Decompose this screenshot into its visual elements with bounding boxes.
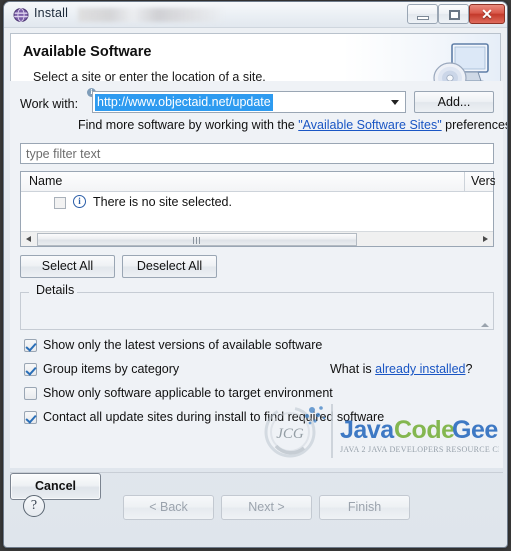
close-button[interactable]: ✕ bbox=[469, 4, 505, 24]
table-header: Name Versi bbox=[21, 172, 495, 192]
scrollbar-grip-icon bbox=[193, 237, 201, 244]
svg-text:JCG: JCG bbox=[276, 426, 304, 442]
what-is-suffix: ? bbox=[465, 362, 473, 376]
filter-input[interactable]: type filter text bbox=[20, 143, 494, 164]
column-divider bbox=[464, 172, 465, 192]
dialog-footer: ? < Back Next > Finish Cancel bbox=[10, 472, 503, 542]
install-dialog-window: Install ✕ Available Software Select a si… bbox=[3, 1, 508, 548]
work-with-label: Work with: bbox=[20, 97, 79, 111]
group-border-right bbox=[77, 292, 493, 293]
minimize-button[interactable] bbox=[407, 4, 438, 24]
scrollbar-thumb[interactable] bbox=[37, 233, 357, 246]
option-label: Group items by category bbox=[43, 362, 180, 376]
software-tree-table[interactable]: Name Versi i There is no site selected. bbox=[20, 171, 495, 247]
select-all-button[interactable]: Select All bbox=[20, 255, 115, 278]
find-suffix: preferences. bbox=[441, 118, 508, 132]
checkbox-icon[interactable] bbox=[24, 411, 37, 424]
checkbox-icon[interactable] bbox=[24, 363, 37, 376]
option-label: Contact all update sites during install … bbox=[43, 410, 385, 424]
maximize-button[interactable] bbox=[438, 4, 469, 24]
resize-grip-icon[interactable] bbox=[481, 323, 489, 327]
chevron-down-icon[interactable] bbox=[391, 100, 399, 105]
available-software-sites-link[interactable]: "Available Software Sites" bbox=[298, 118, 441, 132]
column-header-version[interactable]: Versi bbox=[471, 174, 495, 188]
add-site-button[interactable]: Add... bbox=[414, 91, 494, 113]
cancel-button[interactable]: Cancel bbox=[10, 473, 101, 500]
checkbox-icon[interactable] bbox=[24, 387, 37, 400]
scroll-left-icon[interactable] bbox=[22, 232, 36, 246]
title-bar: Install ✕ bbox=[4, 2, 507, 28]
what-is-already-installed-text: What is already installed? bbox=[330, 362, 472, 376]
row-label: There is no site selected. bbox=[93, 195, 232, 209]
help-button[interactable]: ? bbox=[23, 495, 45, 517]
svg-text:Geeks: Geeks bbox=[452, 416, 499, 444]
back-button[interactable]: < Back bbox=[123, 495, 214, 520]
deselect-all-button[interactable]: Deselect All bbox=[122, 255, 217, 278]
group-border-left bbox=[21, 292, 29, 293]
details-group: Details bbox=[20, 283, 494, 330]
scroll-right-icon[interactable] bbox=[478, 232, 492, 246]
svg-text:Code: Code bbox=[394, 416, 455, 444]
what-is-prefix: What is bbox=[330, 362, 376, 376]
info-icon: i bbox=[73, 195, 86, 208]
column-header-name[interactable]: Name bbox=[29, 174, 62, 188]
checkbox-icon[interactable] bbox=[24, 339, 37, 352]
next-button[interactable]: Next > bbox=[221, 495, 312, 520]
maximize-icon bbox=[449, 10, 460, 20]
svg-text:JAVA 2 JAVA DEVELOPERS RESOURC: JAVA 2 JAVA DEVELOPERS RESOURCE CENTER bbox=[340, 445, 499, 454]
find-prefix: Find more software by working with the bbox=[78, 118, 299, 132]
option-label: Show only software applicable to target … bbox=[43, 386, 333, 400]
window-title: Install bbox=[34, 6, 69, 20]
horizontal-scrollbar[interactable] bbox=[21, 231, 493, 246]
already-installed-link[interactable]: already installed bbox=[375, 362, 465, 376]
finish-button[interactable]: Finish bbox=[319, 495, 410, 520]
blurred-title-region bbox=[78, 8, 223, 22]
table-row[interactable]: i There is no site selected. bbox=[21, 194, 493, 214]
minimize-icon bbox=[417, 16, 429, 20]
find-more-software-text: Find more software by working with the "… bbox=[78, 118, 508, 132]
details-legend: Details bbox=[33, 283, 78, 297]
dialog-body: Work with: i http://www.objectaid.net/up… bbox=[10, 81, 507, 468]
work-with-combobox[interactable]: http://www.objectaid.net/update bbox=[92, 91, 406, 113]
eclipse-sphere-icon bbox=[13, 7, 29, 23]
close-icon: ✕ bbox=[481, 6, 493, 22]
work-with-input-value[interactable]: http://www.objectaid.net/update bbox=[95, 94, 273, 111]
row-checkbox[interactable] bbox=[54, 197, 66, 209]
option-label: Show only the latest versions of availab… bbox=[43, 338, 323, 352]
page-title: Available Software bbox=[23, 44, 152, 60]
